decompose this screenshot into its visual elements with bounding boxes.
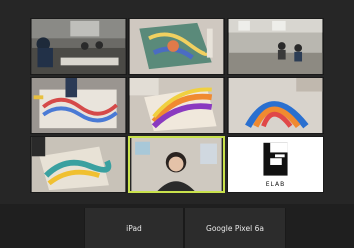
participant-tile-active-speaker[interactable]: [128, 136, 225, 193]
participant-tile-office[interactable]: [227, 18, 324, 75]
elab-logo-text: ELAB: [265, 181, 286, 188]
device-tab-ipad[interactable]: iPad: [84, 208, 184, 248]
participant-tile-elab[interactable]: ELAB: [227, 136, 324, 193]
device-tab-google-pixel-label: Google Pixel 6a: [206, 223, 264, 233]
painting-video-icon: [129, 19, 224, 74]
participant-tile-painting[interactable]: [128, 18, 225, 75]
drawing-video-icon: [129, 78, 224, 133]
drawing-video-icon: [228, 78, 323, 133]
device-tab-ipad-label: iPad: [126, 223, 142, 233]
drawing-video-icon: [31, 137, 126, 192]
participant-tile-drawing-3[interactable]: [227, 77, 324, 134]
participant-tile-drawing-1[interactable]: [30, 77, 127, 134]
participant-tile-classroom[interactable]: [30, 18, 127, 75]
bottom-device-bar: iPad Google Pixel 6a: [0, 204, 354, 248]
drawing-video-icon: [31, 78, 126, 133]
classroom-video-icon: [31, 19, 126, 74]
participant-tile-drawing-2[interactable]: [128, 77, 225, 134]
device-tab-google-pixel[interactable]: Google Pixel 6a: [184, 208, 286, 248]
person-video-icon: [131, 138, 222, 191]
video-grid: ELAB: [30, 18, 324, 196]
office-video-icon: [228, 19, 323, 74]
participant-tile-drawing-4[interactable]: [30, 136, 127, 193]
